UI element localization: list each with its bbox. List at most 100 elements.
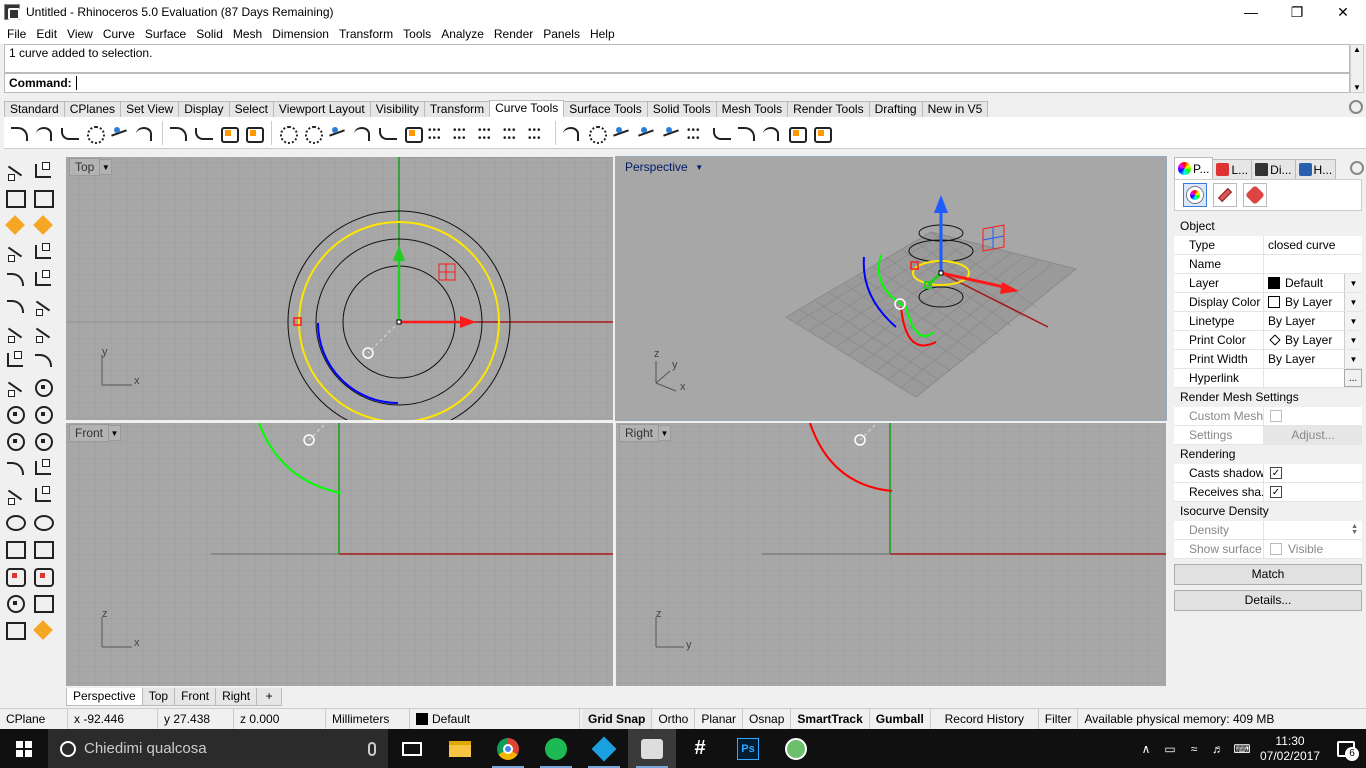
status-ortho[interactable]: Ortho [652,708,696,730]
cplane-icon[interactable] [4,187,26,209]
menu-transform[interactable]: Transform [334,25,398,43]
keyboard-icon[interactable]: ⌨ [1230,742,1254,756]
insert-kink-icon[interactable] [526,122,548,144]
status-gumball[interactable]: Gumball [870,708,931,730]
menu-file[interactable]: File [2,25,31,43]
volume-icon[interactable]: ♬ [1206,742,1230,756]
circle-3pt-icon[interactable] [32,403,54,425]
menu-render[interactable]: Render [489,25,538,43]
fit-curve-icon[interactable] [426,122,448,144]
polyline-icon[interactable] [4,241,26,263]
material-button[interactable] [1213,183,1237,207]
viewport-front[interactable]: z x Front ▼ [66,423,613,686]
details-button[interactable]: Details... [1174,590,1362,611]
show-edit-points-icon[interactable] [685,122,707,144]
tab-curve-tools[interactable]: Curve Tools [489,100,565,117]
connect-curves-icon[interactable] [108,122,130,144]
linetype-dropdown-icon[interactable]: ▼ [1344,312,1362,330]
spotify-button[interactable] [532,729,580,768]
arc-3pt-icon[interactable] [32,457,54,479]
photoshop-button[interactable]: Ps [724,729,772,768]
viewport-right[interactable]: z y Right ▼ [616,423,1166,686]
points-on-curve-icon[interactable] [585,122,607,144]
vp-tab-perspective[interactable]: Perspective [66,688,143,706]
insert-control-point-icon[interactable] [635,122,657,144]
offset-curve-icon[interactable] [167,122,189,144]
texture-mapping-button[interactable] [1243,183,1267,207]
box-icon[interactable] [32,565,54,587]
match-curve-icon[interactable] [326,122,348,144]
panel-tab-display[interactable]: Di... [1251,159,1296,179]
hyperlink-browse-button[interactable]: ... [1344,369,1362,387]
prop-hyperlink-input[interactable]: ... [1264,369,1362,387]
vp-tab-top[interactable]: Top [141,688,176,706]
sketch-icon[interactable] [32,295,54,317]
viewport-perspective[interactable]: z x y Perspective ▼ [615,156,1167,421]
status-filter[interactable]: Filter [1039,708,1079,730]
rhino-taskbar-button[interactable] [628,729,676,768]
menu-surface[interactable]: Surface [140,25,191,43]
control-point-curve-icon[interactable] [32,268,54,290]
tray-overflow-icon[interactable]: ∧ [1134,742,1158,756]
custom-mesh-checkbox[interactable] [1270,410,1282,422]
tab-mesh-tools[interactable]: Mesh Tools [715,101,789,117]
remove-control-point-icon[interactable] [660,122,682,144]
globe-app-button[interactable] [772,729,820,768]
tab-display[interactable]: Display [178,101,230,117]
polygon-edge-icon[interactable] [32,592,54,614]
polygon-icon[interactable] [4,592,26,614]
tab-surface-tools[interactable]: Surface Tools [563,101,648,117]
menu-mesh[interactable]: Mesh [228,25,267,43]
command-scrollbar[interactable]: ▲ ▼ [1350,44,1364,93]
change-degree-icon[interactable] [710,122,732,144]
viewport-top[interactable]: y x Top ▼ [66,157,613,420]
viewport-perspective-title[interactable]: Perspective [619,158,694,176]
task-view-button[interactable] [388,729,436,768]
prop-name-input[interactable] [1264,255,1362,273]
prop-display-color-select[interactable]: By Layer ▼ [1264,293,1362,311]
clock[interactable]: 11:30 07/02/2017 [1254,734,1326,764]
gumball-icon[interactable] [4,214,26,236]
arc-tangent-icon[interactable] [4,484,26,506]
panel-tab-help[interactable]: H... [1294,159,1337,179]
menu-tools[interactable]: Tools [398,25,436,43]
object-properties-button[interactable] [1183,183,1207,207]
layer-dropdown-icon[interactable]: ▼ [1344,274,1362,292]
status-planar[interactable]: Planar [695,708,744,730]
action-center-button[interactable]: 6 [1326,729,1366,768]
ellipse-diameter-icon[interactable] [32,511,54,533]
tab-transform[interactable]: Transform [423,101,491,117]
command-input[interactable] [75,76,77,90]
interpolate-curve-icon[interactable] [4,295,26,317]
add-viewport-tab-icon[interactable]: + [256,688,283,706]
menu-curve[interactable]: Curve [98,25,140,43]
status-record-history[interactable]: Record History [931,708,1039,730]
tab-cplanes[interactable]: CPlanes [63,101,122,117]
rectangle-3pt-icon[interactable] [32,538,54,560]
status-units[interactable]: Millimeters [326,708,410,730]
density-input[interactable]: ▲ ▼ [1264,521,1362,539]
chrome-button[interactable] [484,729,532,768]
prop-print-width-select[interactable]: By Layer ▼ [1264,350,1362,368]
vp-tab-right[interactable]: Right [215,688,258,706]
convert-polyline-icon[interactable] [560,122,582,144]
offset-on-surface-icon[interactable] [192,122,214,144]
curve-through-points-icon[interactable] [83,122,105,144]
fillet-curves-icon[interactable] [8,122,30,144]
explode-icon[interactable] [4,376,26,398]
project-curve-icon[interactable] [785,122,807,144]
curve-icon[interactable] [4,268,26,290]
curve-from-objects-icon[interactable] [760,122,782,144]
tab-render-tools[interactable]: Render Tools [787,101,870,117]
cross-section-profiles-icon[interactable] [301,122,323,144]
fair-curve-icon[interactable] [476,122,498,144]
panel-gear-icon[interactable] [1350,161,1364,175]
app-puzzle-button[interactable] [580,729,628,768]
cplane-elevator-icon[interactable] [32,187,54,209]
viewport-right-title[interactable]: Right [619,424,660,442]
select-arrow-icon[interactable] [4,160,26,182]
scroll-down-icon[interactable]: ▼ [1353,83,1361,92]
viewport-front-dropdown-icon[interactable]: ▼ [109,425,122,441]
prop-linetype-select[interactable]: By Layer ▼ [1264,312,1362,330]
toolbar-gear-icon[interactable] [1349,100,1363,114]
